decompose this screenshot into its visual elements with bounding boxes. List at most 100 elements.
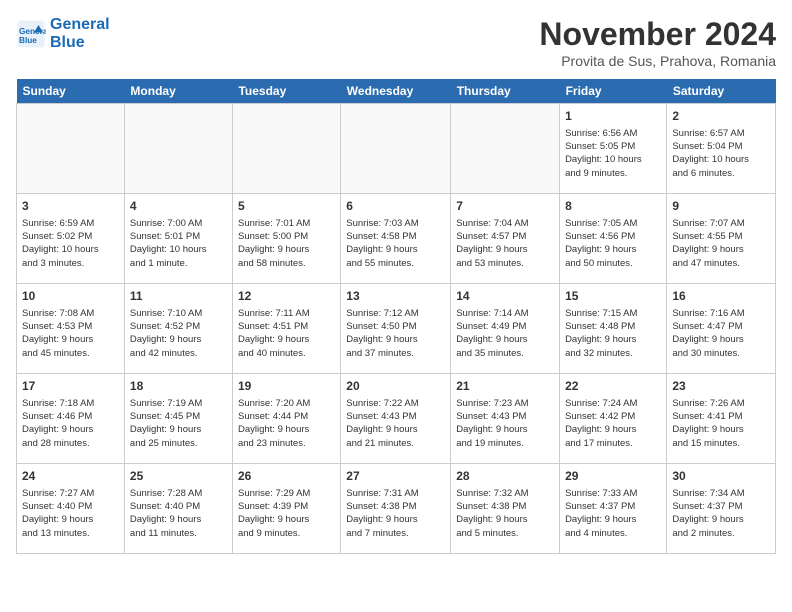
logo-icon: General Blue [16, 19, 46, 49]
logo-line2: Blue [50, 34, 110, 52]
weekday-header-row: SundayMondayTuesdayWednesdayThursdayFrid… [17, 79, 776, 104]
weekday-header-monday: Monday [124, 79, 232, 104]
day-cell [232, 104, 340, 194]
day-cell: 10 Sunrise: 7:08 AM Sunset: 4:53 PM Dayli… [17, 284, 125, 374]
day-info: Sunrise: 7:04 AM Sunset: 4:57 PM Dayligh… [456, 217, 554, 270]
day-number: 10 [22, 288, 119, 305]
day-cell: 12 Sunrise: 7:11 AM Sunset: 4:51 PM Dayli… [232, 284, 340, 374]
day-info: Sunrise: 7:22 AM Sunset: 4:43 PM Dayligh… [346, 397, 445, 450]
day-number: 17 [22, 378, 119, 395]
day-number: 1 [565, 108, 661, 125]
day-info: Sunrise: 7:05 AM Sunset: 4:56 PM Dayligh… [565, 217, 661, 270]
day-info: Sunrise: 7:24 AM Sunset: 4:42 PM Dayligh… [565, 397, 661, 450]
day-info: Sunrise: 7:18 AM Sunset: 4:46 PM Dayligh… [22, 397, 119, 450]
day-cell: 24 Sunrise: 7:27 AM Sunset: 4:40 PM Dayli… [17, 464, 125, 554]
day-cell: 8 Sunrise: 7:05 AM Sunset: 4:56 PM Daylig… [560, 194, 667, 284]
day-cell: 20Sunrise: 7:22 AM Sunset: 4:43 PM Dayli… [341, 374, 451, 464]
day-info: Sunrise: 7:12 AM Sunset: 4:50 PM Dayligh… [346, 307, 445, 360]
day-info: Sunrise: 7:16 AM Sunset: 4:47 PM Dayligh… [672, 307, 770, 360]
day-info: Sunrise: 7:03 AM Sunset: 4:58 PM Dayligh… [346, 217, 445, 270]
day-cell: 14 Sunrise: 7:14 AM Sunset: 4:49 PM Dayli… [451, 284, 560, 374]
day-number: 24 [22, 468, 119, 485]
day-cell: 19 Sunrise: 7:20 AM Sunset: 4:44 PM Dayli… [232, 374, 340, 464]
weekday-header-sunday: Sunday [17, 79, 125, 104]
weekday-header-thursday: Thursday [451, 79, 560, 104]
day-info: Sunrise: 7:20 AM Sunset: 4:44 PM Dayligh… [238, 397, 335, 450]
title-area: November 2024 Provita de Sus, Prahova, R… [539, 16, 776, 69]
week-row-1: 1 Sunrise: 6:56 AM Sunset: 5:05 PM Daylig… [17, 104, 776, 194]
day-cell: 11 Sunrise: 7:10 AM Sunset: 4:52 PM Dayli… [124, 284, 232, 374]
calendar-table: SundayMondayTuesdayWednesdayThursdayFrid… [16, 79, 776, 554]
day-cell: 17 Sunrise: 7:18 AM Sunset: 4:46 PM Dayli… [17, 374, 125, 464]
day-number: 25 [130, 468, 227, 485]
day-number: 21 [456, 378, 554, 395]
day-cell: 16Sunrise: 7:16 AM Sunset: 4:47 PM Dayli… [667, 284, 776, 374]
day-number: 28 [456, 468, 554, 485]
day-number: 9 [672, 198, 770, 215]
day-info: Sunrise: 6:56 AM Sunset: 5:05 PM Dayligh… [565, 127, 661, 180]
day-number: 5 [238, 198, 335, 215]
day-info: Sunrise: 7:29 AM Sunset: 4:39 PM Dayligh… [238, 487, 335, 540]
day-number: 18 [130, 378, 227, 395]
day-cell: 29 Sunrise: 7:33 AM Sunset: 4:37 PM Dayli… [560, 464, 667, 554]
week-row-5: 24 Sunrise: 7:27 AM Sunset: 4:40 PM Dayli… [17, 464, 776, 554]
day-cell [451, 104, 560, 194]
day-cell: 21 Sunrise: 7:23 AM Sunset: 4:43 PM Dayli… [451, 374, 560, 464]
day-cell [17, 104, 125, 194]
day-cell: 27 Sunrise: 7:31 AM Sunset: 4:38 PM Dayli… [341, 464, 451, 554]
day-info: Sunrise: 7:01 AM Sunset: 5:00 PM Dayligh… [238, 217, 335, 270]
day-number: 29 [565, 468, 661, 485]
logo: General Blue General Blue [16, 16, 110, 51]
day-cell [124, 104, 232, 194]
day-info: Sunrise: 7:26 AM Sunset: 4:41 PM Dayligh… [672, 397, 770, 450]
day-info: Sunrise: 6:59 AM Sunset: 5:02 PM Dayligh… [22, 217, 119, 270]
day-cell: 1 Sunrise: 6:56 AM Sunset: 5:05 PM Daylig… [560, 104, 667, 194]
day-number: 19 [238, 378, 335, 395]
day-info: Sunrise: 7:08 AM Sunset: 4:53 PM Dayligh… [22, 307, 119, 360]
day-cell: 2 Sunrise: 6:57 AM Sunset: 5:04 PM Daylig… [667, 104, 776, 194]
header: General Blue General Blue November 2024 … [16, 16, 776, 69]
calendar-subtitle: Provita de Sus, Prahova, Romania [539, 53, 776, 69]
day-cell: 15Sunrise: 7:15 AM Sunset: 4:48 PM Dayli… [560, 284, 667, 374]
day-number: 2 [672, 108, 770, 125]
day-info: Sunrise: 7:34 AM Sunset: 4:37 PM Dayligh… [672, 487, 770, 540]
day-cell: 28 Sunrise: 7:32 AM Sunset: 4:38 PM Dayli… [451, 464, 560, 554]
day-info: Sunrise: 7:27 AM Sunset: 4:40 PM Dayligh… [22, 487, 119, 540]
day-info: Sunrise: 7:14 AM Sunset: 4:49 PM Dayligh… [456, 307, 554, 360]
weekday-header-saturday: Saturday [667, 79, 776, 104]
day-number: 22 [565, 378, 661, 395]
day-info: Sunrise: 7:31 AM Sunset: 4:38 PM Dayligh… [346, 487, 445, 540]
day-info: Sunrise: 7:11 AM Sunset: 4:51 PM Dayligh… [238, 307, 335, 360]
day-info: Sunrise: 7:33 AM Sunset: 4:37 PM Dayligh… [565, 487, 661, 540]
day-info: Sunrise: 7:15 AM Sunset: 4:48 PM Dayligh… [565, 307, 661, 360]
day-cell: 26 Sunrise: 7:29 AM Sunset: 4:39 PM Dayli… [232, 464, 340, 554]
day-cell: 7Sunrise: 7:04 AM Sunset: 4:57 PM Daylig… [451, 194, 560, 284]
day-cell: 5 Sunrise: 7:01 AM Sunset: 5:00 PM Daylig… [232, 194, 340, 284]
day-info: Sunrise: 6:57 AM Sunset: 5:04 PM Dayligh… [672, 127, 770, 180]
day-cell: 13Sunrise: 7:12 AM Sunset: 4:50 PM Dayli… [341, 284, 451, 374]
week-row-3: 10 Sunrise: 7:08 AM Sunset: 4:53 PM Dayli… [17, 284, 776, 374]
day-info: Sunrise: 7:32 AM Sunset: 4:38 PM Dayligh… [456, 487, 554, 540]
day-number: 12 [238, 288, 335, 305]
day-info: Sunrise: 7:07 AM Sunset: 4:55 PM Dayligh… [672, 217, 770, 270]
week-row-2: 3Sunrise: 6:59 AM Sunset: 5:02 PM Daylig… [17, 194, 776, 284]
day-cell: 3Sunrise: 6:59 AM Sunset: 5:02 PM Daylig… [17, 194, 125, 284]
day-info: Sunrise: 7:10 AM Sunset: 4:52 PM Dayligh… [130, 307, 227, 360]
logo-line1: General [50, 16, 110, 34]
day-number: 8 [565, 198, 661, 215]
day-cell: 6Sunrise: 7:03 AM Sunset: 4:58 PM Daylig… [341, 194, 451, 284]
calendar-title: November 2024 [539, 16, 776, 53]
day-number: 27 [346, 468, 445, 485]
day-info: Sunrise: 7:23 AM Sunset: 4:43 PM Dayligh… [456, 397, 554, 450]
day-cell: 30Sunrise: 7:34 AM Sunset: 4:37 PM Dayli… [667, 464, 776, 554]
day-cell: 22 Sunrise: 7:24 AM Sunset: 4:42 PM Dayli… [560, 374, 667, 464]
weekday-header-wednesday: Wednesday [341, 79, 451, 104]
day-number: 14 [456, 288, 554, 305]
weekday-header-friday: Friday [560, 79, 667, 104]
day-cell [341, 104, 451, 194]
week-row-4: 17 Sunrise: 7:18 AM Sunset: 4:46 PM Dayli… [17, 374, 776, 464]
weekday-header-tuesday: Tuesday [232, 79, 340, 104]
day-number: 11 [130, 288, 227, 305]
day-cell: 4Sunrise: 7:00 AM Sunset: 5:01 PM Daylig… [124, 194, 232, 284]
day-number: 26 [238, 468, 335, 485]
